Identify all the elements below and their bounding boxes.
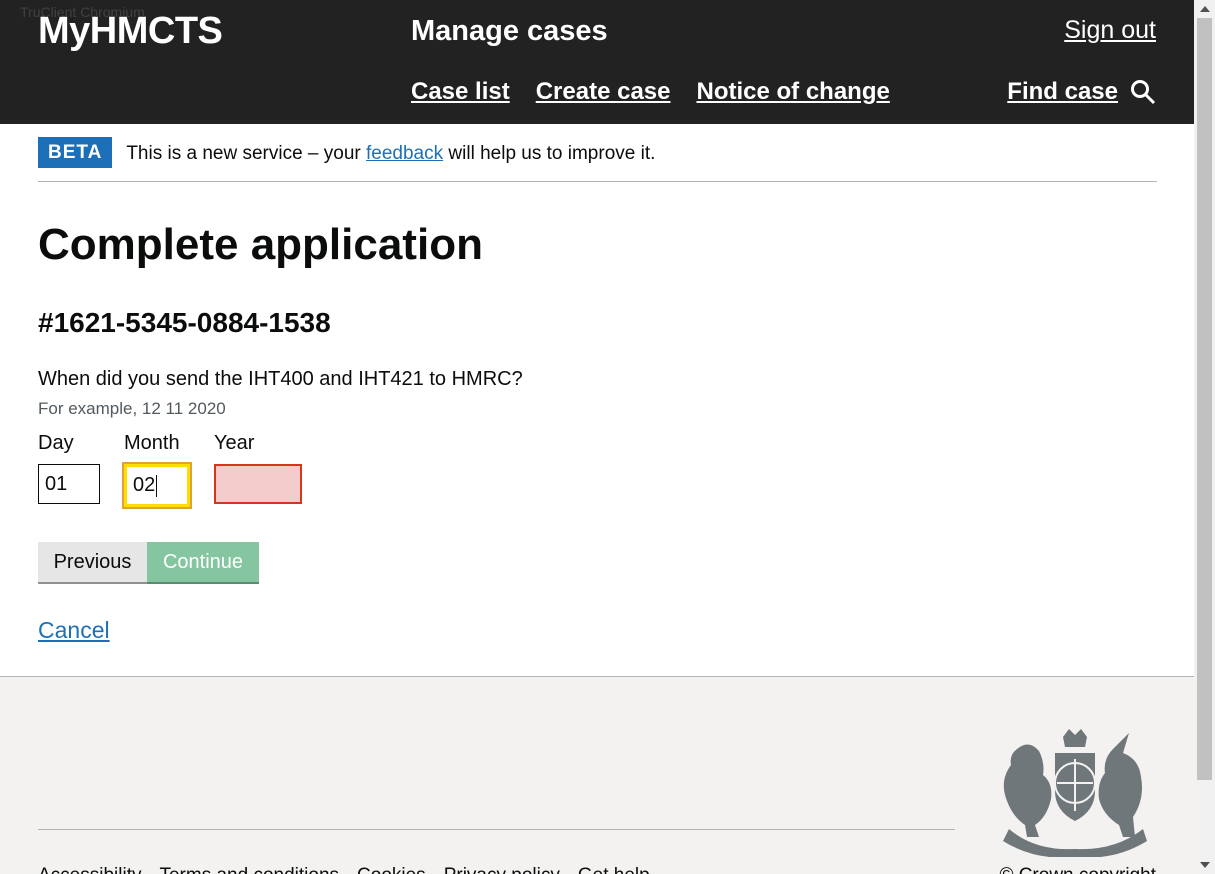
phase-text-after: will help us to improve it.: [443, 143, 656, 164]
nav-create-case[interactable]: Create case: [536, 78, 671, 106]
footer-link-cookies[interactable]: Cookies: [357, 865, 426, 874]
date-question: When did you send the IHT400 and IHT421 …: [38, 368, 523, 390]
service-name[interactable]: Manage cases: [411, 15, 608, 48]
page: MyHMCTS Manage cases Sign out Case list …: [0, 0, 1194, 874]
sign-out-link[interactable]: Sign out: [1064, 16, 1156, 45]
site-footer: Accessibility Terms and conditions Cooki…: [0, 676, 1194, 874]
find-case-link[interactable]: Find case: [1007, 78, 1156, 106]
case-reference: #1621-5345-0884-1538: [38, 307, 331, 338]
year-item: Year: [214, 432, 302, 507]
date-input-group: Day 01 Month 02 Year: [38, 432, 302, 509]
month-item: Month 02: [122, 432, 192, 509]
month-input[interactable]: 02: [122, 462, 192, 509]
date-hint: For example, 12 11 2020: [38, 399, 226, 418]
page-title: Complete application: [38, 220, 483, 269]
phase-banner: BETA This is a new service – your feedba…: [38, 137, 1157, 182]
browser-label: TruClient Chromium: [20, 4, 145, 20]
phase-text-before: This is a new service – your: [126, 143, 367, 164]
nav-case-list[interactable]: Case list: [411, 78, 510, 106]
find-case-label: Find case: [1007, 78, 1118, 105]
scroll-down-arrow-icon[interactable]: [1200, 862, 1210, 868]
footer-link-privacy[interactable]: Privacy policy: [444, 865, 560, 874]
nav-notice-of-change[interactable]: Notice of change: [696, 78, 889, 106]
month-value: 02: [133, 474, 156, 496]
footer-link-help[interactable]: Get help: [578, 865, 650, 874]
vertical-scrollbar[interactable]: [1194, 0, 1215, 874]
day-label: Day: [38, 432, 74, 454]
scrollbar-thumb[interactable]: [1197, 18, 1212, 780]
month-label: Month: [124, 432, 180, 454]
footer-link-accessibility[interactable]: Accessibility: [38, 865, 141, 874]
search-icon: [1130, 79, 1156, 105]
text-cursor: [156, 474, 158, 497]
site-header: MyHMCTS Manage cases Sign out Case list …: [0, 0, 1194, 124]
day-item: Day 01: [38, 432, 100, 507]
footer-divider: [38, 829, 955, 830]
footer-link-terms[interactable]: Terms and conditions: [159, 865, 339, 874]
primary-nav: Case list Create case Notice of change: [411, 78, 890, 106]
continue-button[interactable]: Continue: [147, 542, 259, 582]
year-label: Year: [214, 432, 255, 454]
royal-coat-of-arms-icon: [995, 725, 1155, 858]
day-input[interactable]: 01: [38, 464, 100, 504]
beta-tag: BETA: [38, 137, 113, 168]
scroll-up-arrow-icon[interactable]: [1200, 6, 1210, 12]
phase-banner-text: This is a new service – your feedback wi…: [126, 143, 655, 165]
crown-copyright[interactable]: © Crown copyright: [999, 865, 1156, 874]
previous-button[interactable]: Previous: [38, 542, 147, 582]
feedback-link[interactable]: feedback: [366, 143, 443, 164]
form-buttons: Previous Continue: [38, 542, 259, 582]
year-input[interactable]: [214, 464, 302, 504]
footer-links: Accessibility Terms and conditions Cooki…: [38, 865, 650, 874]
cancel-link[interactable]: Cancel: [38, 617, 110, 644]
